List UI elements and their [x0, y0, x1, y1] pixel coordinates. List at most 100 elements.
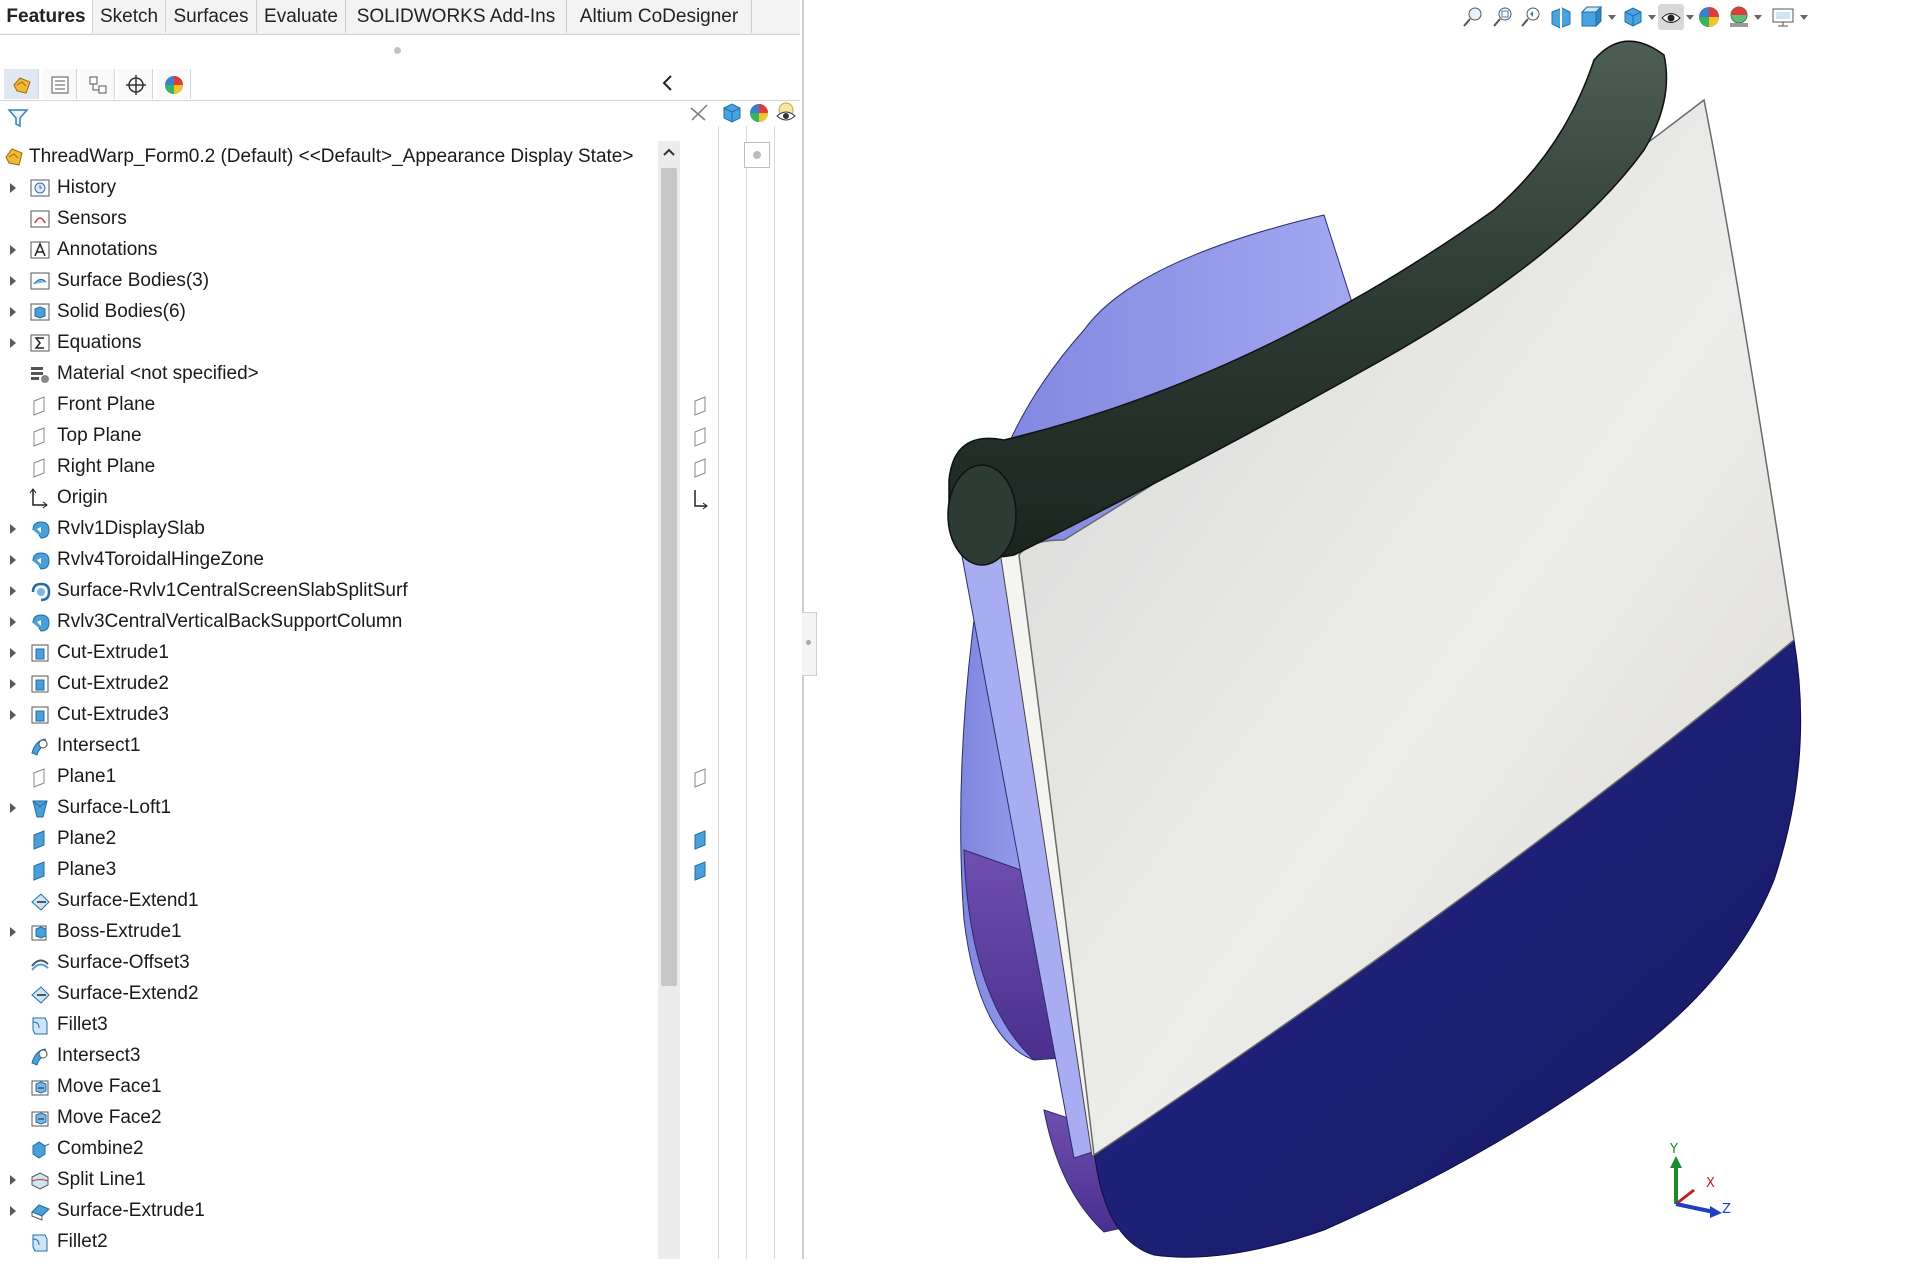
- tree-item[interactable]: Surface-Loft1: [0, 793, 660, 824]
- display-style-caret[interactable]: [1648, 15, 1656, 20]
- hinge-rod-end-cap[interactable]: [947, 464, 1017, 566]
- section-view-button[interactable]: [1548, 4, 1574, 30]
- zoom-to-area-button[interactable]: [1490, 4, 1516, 30]
- configuration-manager-tab[interactable]: [80, 69, 115, 99]
- hide-show-items-button[interactable]: [1658, 4, 1684, 30]
- tree-item[interactable]: Move Face1: [0, 1072, 660, 1103]
- display-state-box[interactable]: [744, 142, 770, 168]
- expand-arrow-icon[interactable]: [10, 555, 16, 565]
- expand-arrow-icon[interactable]: [10, 245, 16, 255]
- expand-arrow-icon[interactable]: [10, 276, 16, 286]
- transparency-column-header[interactable]: [773, 100, 799, 126]
- tree-item[interactable]: Cut-Extrude3: [0, 700, 660, 731]
- graphics-viewport[interactable]: Y X Z: [804, 0, 1920, 1259]
- tree-item[interactable]: Surface-Extrude1: [0, 1196, 660, 1227]
- tree-root[interactable]: ThreadWarp_Form0.2 (Default) <<Default>_…: [0, 144, 660, 170]
- tree-item[interactable]: Surface Bodies(3): [0, 266, 660, 297]
- appearance-column-header[interactable]: [746, 100, 772, 126]
- tree-item[interactable]: Cut-Extrude1: [0, 638, 660, 669]
- expand-arrow-icon[interactable]: [10, 1206, 16, 1216]
- hide-show-column-header[interactable]: [687, 100, 713, 126]
- tab-altium-codesigner[interactable]: Altium CoDesigner: [567, 0, 752, 33]
- tree-item[interactable]: Rvlv3CentralVerticalBackSupportColumn: [0, 607, 660, 638]
- property-manager-tab[interactable]: [42, 69, 77, 99]
- expand-arrow-icon[interactable]: [10, 524, 16, 534]
- previous-view-button[interactable]: [1518, 4, 1544, 30]
- tab-sketch[interactable]: Sketch: [93, 0, 166, 33]
- tree-item[interactable]: Material <not specified>: [0, 359, 660, 390]
- expand-arrow-icon[interactable]: [10, 617, 16, 627]
- origin-visibility-icon[interactable]: [691, 488, 711, 510]
- tree-item[interactable]: Rvlv1DisplaySlab: [0, 514, 660, 545]
- tree-item[interactable]: Rvlv4ToroidalHingeZone: [0, 545, 660, 576]
- collapse-panel-button[interactable]: [655, 70, 681, 96]
- plane-hidden-icon[interactable]: [691, 767, 711, 789]
- scroll-up-button[interactable]: [658, 141, 680, 163]
- tree-item[interactable]: Annotations: [0, 235, 660, 266]
- display-mode-column-header[interactable]: [719, 100, 745, 126]
- expand-arrow-icon[interactable]: [10, 586, 16, 596]
- expand-arrow-icon[interactable]: [10, 679, 16, 689]
- tree-item[interactable]: Move Face2: [0, 1103, 660, 1134]
- panel-grip[interactable]: [394, 47, 401, 54]
- expand-arrow-icon[interactable]: [10, 338, 16, 348]
- display-style-button[interactable]: [1620, 4, 1646, 30]
- dimxpert-manager-tab[interactable]: [118, 69, 153, 99]
- hide-show-items-caret[interactable]: [1686, 15, 1694, 20]
- tab-evaluate[interactable]: Evaluate: [257, 0, 346, 33]
- expand-arrow-icon[interactable]: [10, 710, 16, 720]
- plane-hidden-icon[interactable]: [691, 457, 711, 479]
- filter-button[interactable]: [6, 106, 30, 130]
- 3d-model[interactable]: [804, 0, 1920, 1259]
- expand-arrow-icon[interactable]: [10, 927, 16, 937]
- view-orientation-button[interactable]: [1578, 4, 1604, 30]
- expand-arrow-icon[interactable]: [10, 183, 16, 193]
- scroll-thumb[interactable]: [661, 168, 677, 986]
- tree-scrollbar[interactable]: [658, 141, 680, 1259]
- plane-hidden-icon[interactable]: [691, 395, 711, 417]
- tree-item[interactable]: Sensors: [0, 204, 660, 235]
- feature-manager-tab[interactable]: [4, 69, 39, 99]
- tree-item[interactable]: Origin: [0, 483, 660, 514]
- tree-item[interactable]: Cut-Extrude2: [0, 669, 660, 700]
- tree-item[interactable]: Solid Bodies(6): [0, 297, 660, 328]
- view-orientation-caret[interactable]: [1608, 15, 1616, 20]
- view-settings-button[interactable]: [1770, 4, 1796, 30]
- tree-item[interactable]: Split Line1: [0, 1165, 660, 1196]
- apply-scene-caret[interactable]: [1754, 15, 1762, 20]
- plane-shown-icon[interactable]: [691, 860, 711, 882]
- tree-item[interactable]: Boss-Extrude1: [0, 917, 660, 948]
- tab-features[interactable]: Features: [0, 0, 93, 33]
- tree-item[interactable]: Intersect3: [0, 1041, 660, 1072]
- tree-item[interactable]: Surface-Extend1: [0, 886, 660, 917]
- tree-item[interactable]: Plane3: [0, 855, 660, 886]
- tab-surfaces[interactable]: Surfaces: [166, 0, 257, 33]
- tree-item[interactable]: Surface-Rvlv1CentralScreenSlabSplitSurf: [0, 576, 660, 607]
- tree-item[interactable]: Fillet2: [0, 1227, 660, 1258]
- tree-item[interactable]: History: [0, 173, 660, 204]
- plane-shown-icon[interactable]: [691, 829, 711, 851]
- tree-item[interactable]: Intersect1: [0, 731, 660, 762]
- tree-item[interactable]: Plane1: [0, 762, 660, 793]
- tree-item[interactable]: Top Plane: [0, 421, 660, 452]
- zoom-to-fit-button[interactable]: [1460, 4, 1486, 30]
- plane-hidden-icon[interactable]: [691, 426, 711, 448]
- apply-scene-button[interactable]: [1726, 4, 1752, 30]
- display-manager-tab[interactable]: [156, 69, 191, 99]
- expand-arrow-icon[interactable]: [10, 307, 16, 317]
- tree-item[interactable]: Front Plane: [0, 390, 660, 421]
- tree-item[interactable]: Combine2: [0, 1134, 660, 1165]
- tree-item[interactable]: Equations: [0, 328, 660, 359]
- expand-arrow-icon[interactable]: [10, 803, 16, 813]
- tree-item[interactable]: Right Plane: [0, 452, 660, 483]
- tree-item[interactable]: Surface-Offset3: [0, 948, 660, 979]
- tab-solidworks-add-ins[interactable]: SOLIDWORKS Add-Ins: [346, 0, 567, 33]
- tree-item[interactable]: Fillet3: [0, 1010, 660, 1041]
- expand-arrow-icon[interactable]: [10, 1175, 16, 1185]
- boss-extrude-icon: [31, 925, 47, 941]
- tree-item[interactable]: Surface-Extend2: [0, 979, 660, 1010]
- view-settings-caret[interactable]: [1800, 15, 1808, 20]
- edit-appearance-button[interactable]: [1696, 4, 1722, 30]
- expand-arrow-icon[interactable]: [10, 648, 16, 658]
- tree-item[interactable]: Plane2: [0, 824, 660, 855]
